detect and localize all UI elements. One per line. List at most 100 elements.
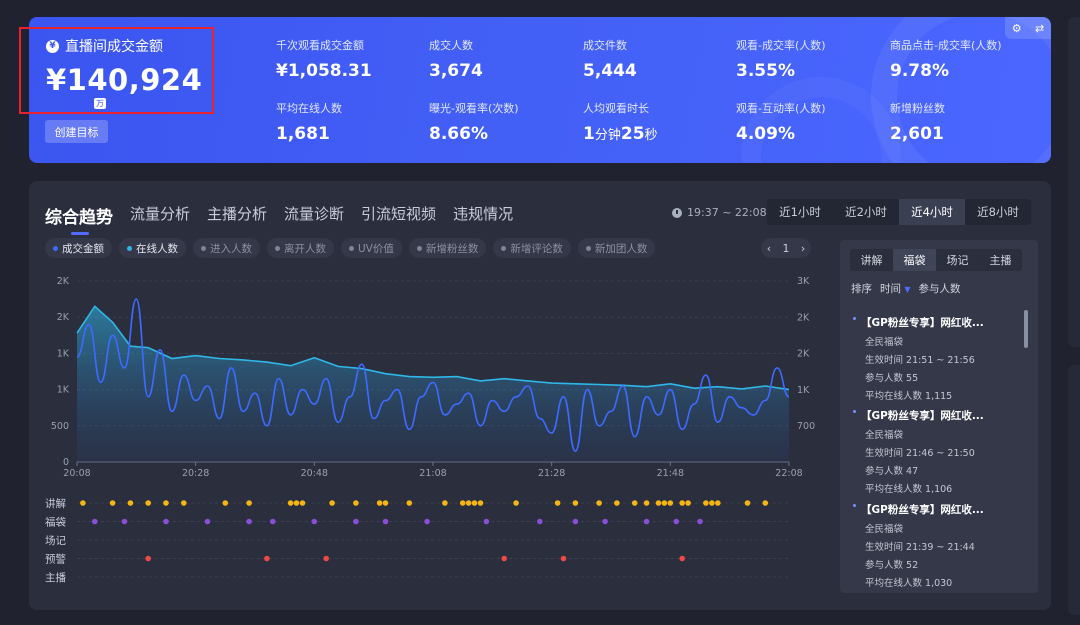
event-marker bbox=[109, 500, 116, 506]
range-selector: 近1小时 近2小时 近4小时 近8小时 bbox=[767, 199, 1031, 225]
event-marker bbox=[145, 555, 151, 562]
event-side-panel: 讲解 福袋 场记 主播 排序 时间 ▼ 参与人数 【GP粉丝专享】网红收... … bbox=[840, 240, 1038, 593]
sort-by-time[interactable]: 时间 ▼ bbox=[880, 281, 911, 296]
analysis-tabs: 综合趋势 流量分析 主播分析 流量诊断 引流短视频 违规情况 bbox=[45, 203, 513, 235]
scrollbar[interactable] bbox=[1024, 310, 1028, 348]
event-row-label: 主播 bbox=[45, 571, 66, 584]
swap-icon[interactable]: ⇄ bbox=[1035, 22, 1044, 35]
metric-chip[interactable]: UV价值 bbox=[341, 238, 402, 258]
lucky-bag-item[interactable]: 【GP粉丝专享】网红收... 全民福袋 生效时间 21:39 ~ 21:44 参… bbox=[853, 502, 1023, 589]
metric: 曝光-观看率(次数) 8.66% bbox=[429, 100, 579, 144]
item-title: 【GP粉丝专享】网红收... bbox=[853, 315, 1023, 330]
event-marker bbox=[293, 500, 300, 506]
tab-traffic-analysis[interactable]: 流量分析 bbox=[130, 203, 190, 228]
event-marker bbox=[311, 518, 318, 525]
event-marker bbox=[270, 518, 276, 525]
event-row-label: 福袋 bbox=[45, 516, 66, 529]
item-avg-online: 平均在线人数 1,030 bbox=[865, 578, 953, 589]
metric-chip[interactable]: 新增评论数 bbox=[493, 238, 571, 258]
y-right-tick-label: 2K bbox=[797, 349, 810, 360]
metric: 千次观看成交金额 ¥1,058.31 bbox=[276, 37, 426, 81]
trend-panel: 综合趋势 流量分析 主播分析 流量诊断 引流短视频 违规情况 19:37 ~ 2… bbox=[29, 181, 1051, 610]
event-marker bbox=[667, 500, 674, 506]
tab-anchor-analysis[interactable]: 主播分析 bbox=[207, 203, 267, 228]
lucky-bag-item[interactable]: 【GP粉丝专享】网红收... 全民福袋 生效时间 21:46 ~ 21:50 参… bbox=[853, 408, 1023, 495]
chip-label: 新加团人数 bbox=[594, 242, 648, 255]
event-marker bbox=[572, 500, 579, 506]
item-avg-online: 平均在线人数 1,106 bbox=[865, 484, 953, 495]
chip-dot-icon bbox=[53, 245, 58, 251]
y-right-tick-label: 2K bbox=[797, 312, 810, 323]
chip-label: UV价值 bbox=[358, 242, 394, 255]
metric-chip[interactable]: 新增粉丝数 bbox=[408, 238, 487, 258]
event-row-label: 讲解 bbox=[45, 497, 66, 510]
card-tools: ⚙ ⇄ bbox=[1005, 17, 1051, 39]
sort-by-people[interactable]: 参与人数 bbox=[919, 281, 961, 296]
range-option-4h[interactable]: 近4小时 bbox=[899, 199, 965, 225]
event-marker bbox=[459, 500, 466, 506]
event-marker bbox=[382, 518, 389, 525]
y-left-tick-label: 0 bbox=[63, 457, 69, 468]
event-marker bbox=[329, 500, 335, 506]
metric: 观看-成交率(人数) 3.55% bbox=[736, 37, 886, 81]
metric-chip[interactable]: 新加团人数 bbox=[577, 238, 656, 258]
metric-value: 9.78% bbox=[890, 61, 949, 81]
range-option-2h[interactable]: 近2小时 bbox=[833, 199, 899, 225]
tab-traffic-diagnosis[interactable]: 流量诊断 bbox=[284, 203, 344, 228]
metric-chip[interactable]: 成交金额 bbox=[45, 238, 112, 258]
chip-dot-icon bbox=[501, 245, 507, 251]
event-marker bbox=[80, 500, 86, 506]
event-marker bbox=[246, 500, 252, 506]
event-marker bbox=[697, 518, 703, 525]
range-option-1h[interactable]: 近1小时 bbox=[767, 199, 833, 225]
y-right-tick-label: 3K bbox=[797, 276, 810, 287]
event-marker bbox=[513, 500, 519, 506]
event-tab-log[interactable]: 场记 bbox=[936, 249, 979, 271]
metric-chip[interactable]: 离开人数 bbox=[267, 238, 334, 258]
event-marker bbox=[353, 518, 359, 525]
event-marker bbox=[246, 518, 252, 525]
trend-chart[interactable]: 0 500 1K 1K 2K 2K 700 1K 2K 2K 3K 20:08 20:28 20:48 21… bbox=[29, 269, 829, 599]
item-people: 参与人数 55 bbox=[865, 373, 919, 384]
time-range: 19:37 ~ 22:08 bbox=[672, 206, 767, 219]
tab-overview-trend[interactable]: 综合趋势 bbox=[45, 203, 113, 235]
next-page-button[interactable]: › bbox=[801, 242, 805, 255]
settings-icon[interactable]: ⚙ bbox=[1012, 22, 1022, 35]
event-tab-lucky-bag[interactable]: 福袋 bbox=[893, 249, 936, 271]
lucky-bag-item[interactable]: 【GP粉丝专享】网红收... 全民福袋 生效时间 21:51 ~ 21:56 参… bbox=[853, 315, 1023, 402]
x-tick-label: 20:08 bbox=[63, 468, 90, 479]
metric-chip[interactable]: 在线人数 bbox=[119, 238, 186, 258]
chip-dot-icon bbox=[585, 245, 591, 251]
event-marker bbox=[465, 500, 472, 506]
event-marker bbox=[673, 518, 680, 525]
event-marker bbox=[703, 500, 709, 506]
event-marker bbox=[287, 500, 294, 506]
event-marker bbox=[471, 500, 478, 506]
event-tab-anchor[interactable]: 主播 bbox=[979, 249, 1022, 271]
metric-chip[interactable]: 进入人数 bbox=[193, 238, 260, 258]
tab-violations[interactable]: 违规情况 bbox=[453, 203, 513, 228]
chip-label: 离开人数 bbox=[284, 242, 326, 255]
range-option-8h[interactable]: 近8小时 bbox=[965, 199, 1031, 225]
chip-dot-icon bbox=[349, 245, 354, 251]
create-goal-button[interactable]: 创建目标 bbox=[45, 120, 108, 143]
event-marker bbox=[762, 500, 769, 506]
event-marker bbox=[685, 500, 691, 506]
metric-chips: 成交金额 在线人数 进入人数 离开人数 UV价值 新增粉丝数 新增评论数 新加团人数 bbox=[45, 238, 656, 258]
x-tick-label: 21:08 bbox=[419, 468, 446, 479]
metric-value: 8.66% bbox=[429, 124, 488, 144]
event-tab-explain[interactable]: 讲解 bbox=[850, 249, 893, 271]
item-type: 全民福袋 bbox=[865, 337, 904, 348]
event-marker bbox=[406, 500, 413, 506]
metric-value: 4.09% bbox=[736, 124, 795, 144]
event-marker bbox=[127, 500, 134, 506]
seconds-value: 25 bbox=[620, 124, 645, 144]
y-left-tick-label: 2K bbox=[57, 312, 70, 323]
tab-short-video[interactable]: 引流短视频 bbox=[361, 203, 436, 228]
event-marker bbox=[204, 518, 211, 525]
event-marker bbox=[655, 500, 662, 506]
metric-label: 平均在线人数 bbox=[276, 102, 342, 115]
chip-dot-icon bbox=[275, 245, 280, 251]
metric: 商品点击-成交率(人数) 9.78% bbox=[890, 37, 1040, 81]
prev-page-button[interactable]: ‹ bbox=[767, 242, 771, 255]
